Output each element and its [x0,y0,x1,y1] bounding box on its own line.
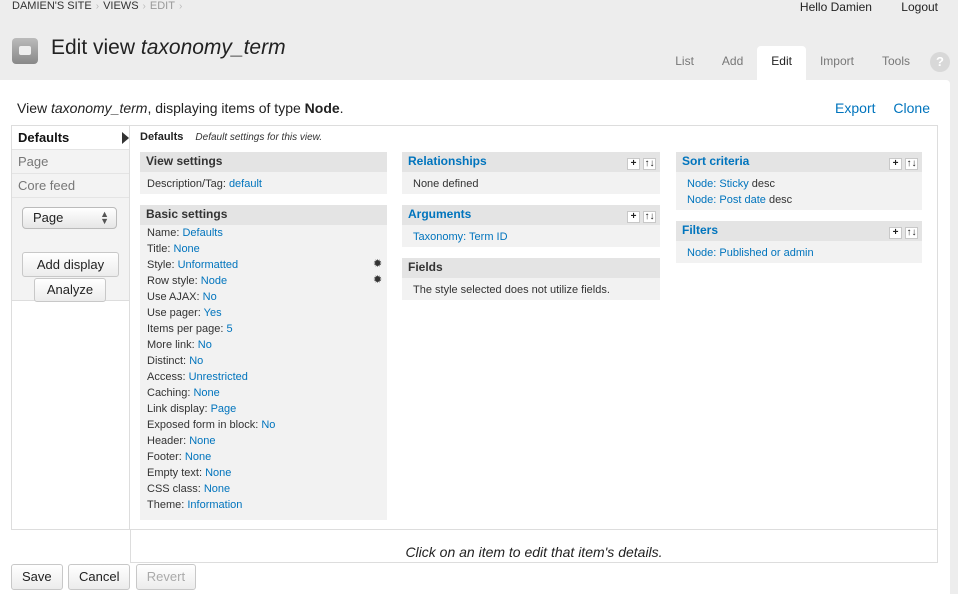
setting-row-css-class[interactable]: CSS class: None [140,481,387,497]
setting-row-link-display[interactable]: Link display: Page [140,401,387,417]
sort-row-sticky[interactable]: Node: Sticky desc [676,176,922,192]
setting-row[interactable]: Description/Tag: default [140,176,387,192]
view-actions: Export Clone [821,100,930,116]
cancel-button[interactable]: Cancel [67,564,131,590]
view-description: View taxonomy_term, displaying items of … [17,100,344,116]
filter-item[interactable]: Node: Published or admin [676,245,922,261]
setting-row-style[interactable]: Style: Unformatted ✹ [140,257,387,273]
breadcrumb-edit: EDIT [149,0,175,12]
tab-tools[interactable]: Tools [868,46,924,80]
export-link[interactable]: Export [835,100,875,116]
help-icon[interactable]: ? [930,52,950,72]
page-title-view-name: taxonomy_term [140,36,286,59]
footer-message: Click on an item to edit that item's det… [130,530,938,563]
relationships-title[interactable]: Relationships + ↑↓ [402,152,660,172]
setting-row-use-ajax[interactable]: Use AJAX: No [140,289,387,305]
user-nav: Hello Damien Logout [774,0,938,14]
display-tabs: Defaults Page Core feed Page ▲ ▼ Add disp… [11,125,130,530]
add-icon[interactable]: + [627,158,640,170]
basic-settings-section: Basic settings Name: Defaults Title: Non… [140,205,387,520]
sort-criteria-title[interactable]: Sort criteria + ↑↓ [676,152,922,172]
breadcrumb-site[interactable]: DAMIEN'S SITE [12,0,92,12]
display-controls: Page ▲ ▼ Add display Analyze [12,198,129,302]
select-arrows-icon: ▲ ▼ [100,209,109,226]
setting-row-use-pager[interactable]: Use pager: Yes [140,305,387,321]
sort-criteria-section: Sort criteria + ↑↓ Node: Sticky desc Node… [676,152,922,210]
setting-row-title[interactable]: Title: None [140,241,387,257]
tab-list[interactable]: List [661,46,708,80]
display-type-select-value: Page [33,210,64,225]
rearrange-icon[interactable]: ↑↓ [643,158,656,170]
analyze-button[interactable]: Analyze [34,278,106,302]
main-panel: View taxonomy_term, displaying items of … [0,80,950,594]
breadcrumb-separator-icon: › [178,1,183,12]
setting-row-theme[interactable]: Theme: Information [140,497,387,513]
filters-section: Filters + ↑↓ Node: Published or admin [676,221,922,263]
gear-icon[interactable]: ✹ [373,259,384,270]
setting-row-access[interactable]: Access: Unrestricted [140,369,387,385]
setting-row-header[interactable]: Header: None [140,433,387,449]
argument-item[interactable]: Taxonomy: Term ID [402,229,660,245]
rearrange-icon[interactable]: ↑↓ [905,158,918,170]
setting-row-items-per-page[interactable]: Items per page: 5 [140,321,387,337]
rearrange-icon[interactable]: ↑↓ [905,227,918,239]
breadcrumb-views[interactable]: VIEWS [103,0,138,12]
fields-note: The style selected does not utilize fiel… [413,284,610,296]
logout-link[interactable]: Logout [901,0,938,14]
breadcrumb-separator-icon: › [95,1,100,12]
display-tab-page[interactable]: Page [12,150,129,174]
view-settings-section: View settings Description/Tag: default [140,152,387,194]
filters-title[interactable]: Filters + ↑↓ [676,221,922,241]
revert-button[interactable]: Revert [135,564,197,590]
settings-area: Defaults Default settings for this view. … [130,125,938,530]
basic-settings-title: Basic settings [140,205,387,225]
save-button[interactable]: Save [11,564,63,590]
gear-icon[interactable]: ✹ [373,275,384,286]
arguments-section: Arguments + ↑↓ Taxonomy: Term ID [402,205,660,247]
views-module-icon [12,38,38,64]
fields-section: Fields The style selected does not utili… [402,258,660,300]
display-type-select[interactable]: Page ▲ ▼ [22,207,117,229]
fields-title: Fields [402,258,660,278]
display-tab-defaults[interactable]: Defaults [12,126,129,150]
add-icon[interactable]: + [627,211,640,223]
display-heading: Defaults Default settings for this view. [140,131,323,143]
setting-row-row-style[interactable]: Row style: Node ✹ [140,273,387,289]
add-display-button[interactable]: Add display [22,252,119,277]
tab-edit[interactable]: Edit [757,46,806,80]
display-tab-core-feed[interactable]: Core feed [12,174,129,198]
setting-row-footer[interactable]: Footer: None [140,449,387,465]
top-bar: DAMIEN'S SITE › VIEWS › EDIT › Hello Damien L… [0,0,958,14]
relationships-section: Relationships + ↑↓ None defined [402,152,660,194]
form-buttons: Save Cancel Revert [11,564,198,590]
setting-row-empty-text[interactable]: Empty text: None [140,465,387,481]
page-title: Edit view taxonomy_term [51,36,286,59]
clone-link[interactable]: Clone [893,100,930,116]
setting-row-exposed-form[interactable]: Exposed form in block: No [140,417,387,433]
tab-import[interactable]: Import [806,46,868,80]
setting-row-more-link[interactable]: More link: No [140,337,387,353]
breadcrumb: DAMIEN'S SITE › VIEWS › EDIT › [12,0,186,12]
tab-add[interactable]: Add [708,46,757,80]
greeting-link[interactable]: Hello Damien [800,0,872,14]
setting-row-name[interactable]: Name: Defaults [140,225,387,241]
rearrange-icon[interactable]: ↑↓ [643,211,656,223]
view-settings-title: View settings [140,152,387,172]
add-icon[interactable]: + [889,227,902,239]
sort-row-post-date[interactable]: Node: Post date desc [676,192,922,208]
breadcrumb-separator-icon: › [142,1,146,12]
relationships-empty: None defined [413,178,479,190]
setting-row-distinct[interactable]: Distinct: No [140,353,387,369]
add-icon[interactable]: + [889,158,902,170]
setting-row-caching[interactable]: Caching: None [140,385,387,401]
primary-tabs: List Add Edit Import Tools? [661,46,950,80]
arguments-title[interactable]: Arguments + ↑↓ [402,205,660,225]
